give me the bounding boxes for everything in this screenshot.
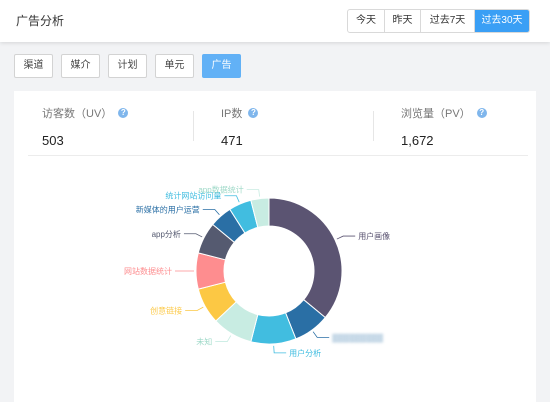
date-range-selector: 今天 昨天 过去7天 过去30天 — [347, 9, 530, 33]
donut-slice-label: app分析 — [152, 229, 181, 239]
donut-leader-line — [185, 306, 204, 311]
donut-slice-label: 未知 — [196, 337, 212, 347]
filter-medium-button[interactable]: 媒介 — [61, 54, 100, 78]
donut-leader-line — [273, 345, 287, 354]
donut-leader-line — [224, 195, 240, 203]
donut-slice-label: 创意链接 — [150, 306, 182, 316]
filter-unit-button[interactable]: 单元 — [155, 54, 194, 78]
donut-leader-line — [336, 235, 356, 240]
filter-ad-button[interactable]: 广告 — [202, 54, 241, 78]
donut-slice-label: ▒▒▒▒▒▒▒▒▒ — [332, 333, 383, 342]
ad-donut-chart: 用户画像 ▒▒▒▒▒▒▒▒▒ 用户分析 未知 创意链接 网站数据统计 app分析 新媒体的用户… — [124, 185, 390, 358]
top-bar: 广告分析 今天 昨天 过去7天 过去30天 — [0, 0, 550, 42]
filter-plan-button[interactable]: 计划 — [108, 54, 147, 78]
donut-slice-label: 用户画像 — [358, 231, 390, 241]
range-7days-button[interactable]: 过去7天 — [421, 10, 475, 32]
donut-slice-label: app数据统计 — [198, 185, 243, 195]
donut-slice[interactable] — [268, 197, 343, 319]
donut-leader-line — [215, 335, 232, 342]
range-yesterday-button[interactable]: 昨天 — [385, 10, 421, 32]
donut-slice-label: 网站数据统计 — [124, 266, 172, 276]
range-30days-button[interactable]: 过去30天 — [475, 10, 529, 32]
analytics-panel: 访客数（UV） ? 503 IP数 ? 471 浏览量（PV） ? 1,672 … — [14, 91, 536, 402]
donut-leader-line — [202, 209, 220, 216]
filter-channel-button[interactable]: 渠道 — [14, 54, 53, 78]
donut-leader-line — [246, 189, 260, 197]
donut-leader-line — [183, 233, 203, 238]
dimension-filter-bar: 渠道 媒介 计划 单元 广告 — [14, 54, 241, 78]
donut-leader-line — [312, 331, 330, 338]
range-today-button[interactable]: 今天 — [348, 10, 385, 32]
page-title: 广告分析 — [16, 14, 65, 28]
donut-slice-label: 新媒体的用户运营 — [136, 204, 200, 214]
donut-slice-label: 用户分析 — [289, 348, 321, 358]
